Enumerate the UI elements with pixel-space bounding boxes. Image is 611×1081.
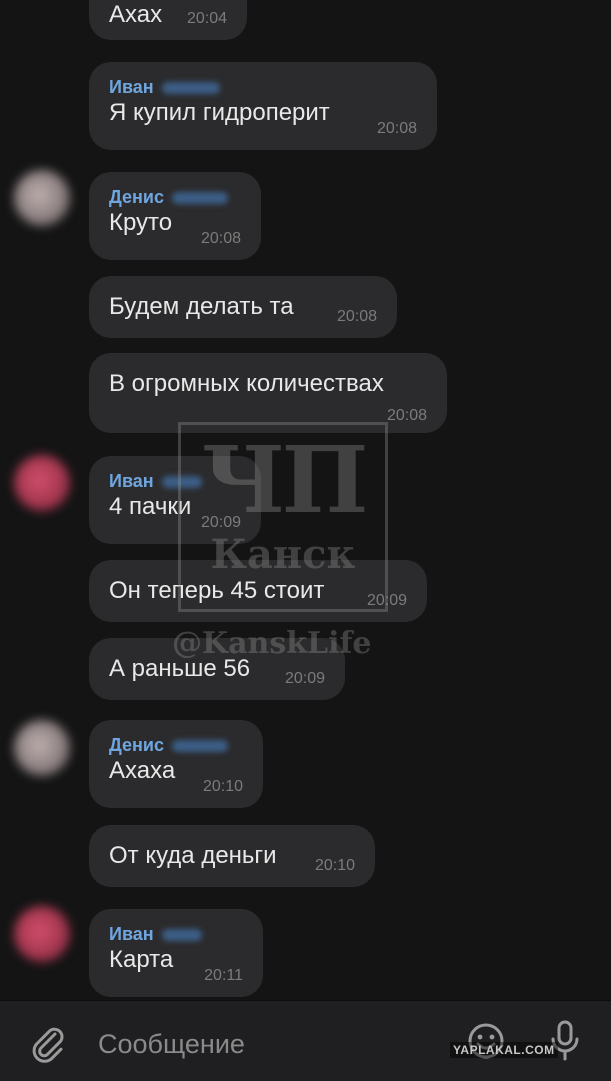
avatar[interactable] (14, 455, 70, 511)
message-bubble[interactable]: Денис Ахаха 20:10 (89, 720, 263, 808)
message-bubble[interactable]: Иван Карта 20:11 (89, 909, 263, 997)
message-composer (0, 1000, 611, 1081)
message-text: Он теперь 45 стоит (109, 577, 325, 604)
message-bubble[interactable]: В огромных количествах 20:08 (89, 353, 447, 433)
paperclip-icon[interactable] (28, 1023, 68, 1063)
blurred-surname (161, 929, 202, 942)
sender-name: Иван (109, 923, 245, 945)
avatar[interactable] (14, 720, 70, 776)
sender-name-text: Иван (109, 471, 154, 491)
message-time: 20:08 (386, 407, 427, 424)
blurred-surname (172, 740, 229, 753)
message-text: В огромных количествах (109, 370, 384, 397)
avatar[interactable] (14, 906, 70, 962)
message-bubble[interactable]: А раньше 56 20:09 (89, 638, 345, 700)
sender-name: Иван (109, 76, 419, 98)
sender-name-text: Иван (109, 77, 154, 97)
message-time: 20:08 (376, 120, 417, 137)
sender-name-text: Денис (109, 187, 165, 207)
message-bubble[interactable]: Ахах 20:04 (89, 0, 247, 40)
message-bubble[interactable]: Он теперь 45 стоит 20:09 (89, 560, 427, 622)
message-input[interactable] (96, 1023, 430, 1065)
message-time: 20:10 (314, 857, 355, 874)
message-time: 20:10 (202, 778, 243, 795)
message-time: 20:08 (336, 308, 377, 325)
sender-name: Денис (109, 734, 245, 756)
message-text: Я купил гидроперит (109, 99, 330, 126)
message-bubble[interactable]: Иван Я купил гидроперит 20:08 (89, 62, 437, 150)
sender-name-text: Денис (109, 735, 165, 755)
message-bubble[interactable]: Будем делать та 20:08 (89, 276, 397, 338)
chat-history[interactable]: Ахах 20:04 Иван Я купил гидроперит 20:08… (0, 0, 611, 1000)
message-time: 20:09 (284, 670, 325, 687)
sender-name-text: Иван (109, 924, 154, 944)
site-watermark: YAPLAKAL.COM (450, 1042, 558, 1058)
sender-name: Денис (109, 186, 243, 208)
message-bubble[interactable]: Денис Круто 20:08 (89, 172, 261, 260)
message-time: 20:09 (366, 592, 407, 609)
message-bubble[interactable]: От куда деньги 20:10 (89, 825, 375, 887)
message-time: 20:08 (200, 230, 241, 247)
blurred-surname (161, 82, 220, 95)
sender-name: Иван (109, 470, 243, 492)
message-time: 20:11 (204, 967, 243, 984)
message-time: 20:04 (186, 10, 227, 27)
blurred-surname (172, 192, 229, 205)
avatar[interactable] (14, 170, 70, 226)
message-time: 20:09 (200, 514, 241, 531)
message-bubble[interactable]: Иван 4 пачки 20:09 (89, 456, 261, 544)
blurred-surname (161, 476, 202, 489)
